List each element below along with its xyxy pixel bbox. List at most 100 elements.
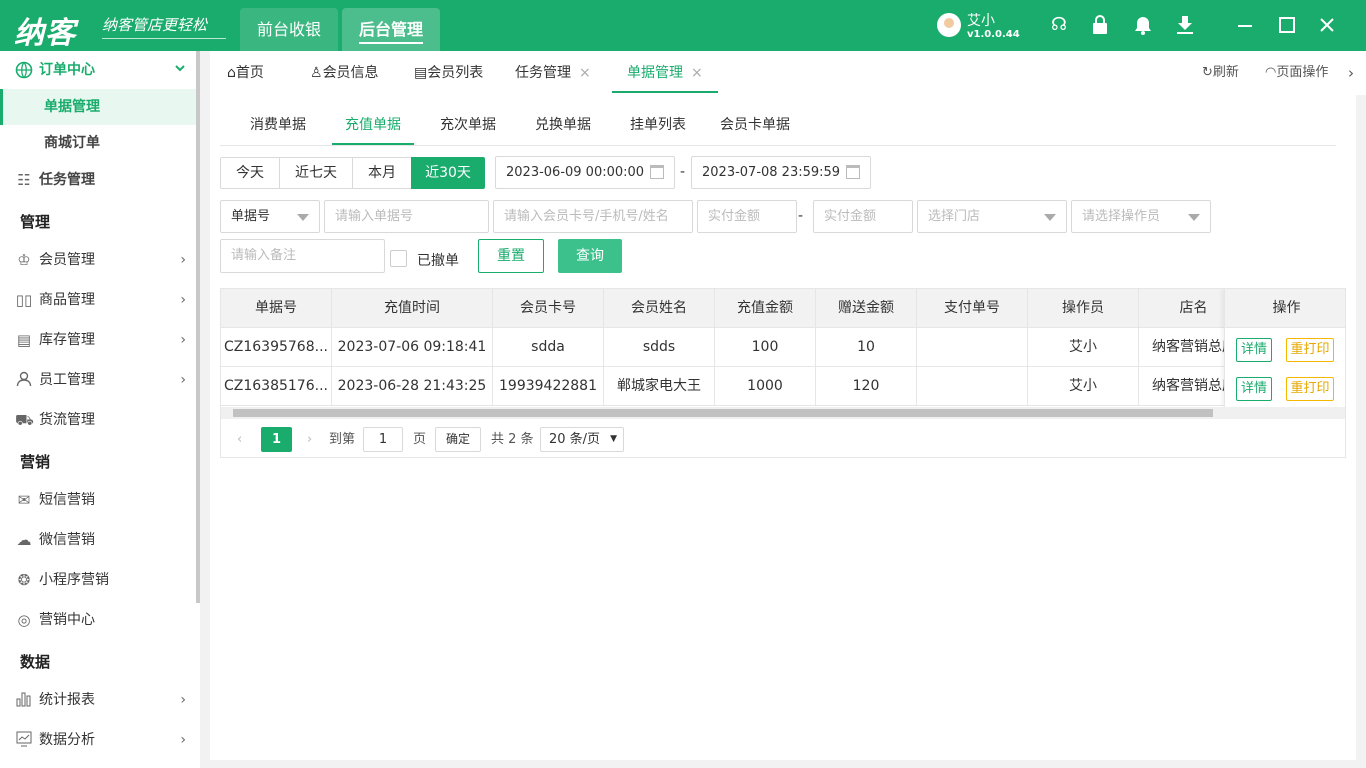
amount-max-input[interactable]: 实付金额 xyxy=(813,200,913,233)
slogan-underline xyxy=(102,38,226,39)
tab-member-list[interactable]: ▤会员列表 xyxy=(414,51,483,93)
remark-input[interactable]: 请输入备注 xyxy=(220,239,385,273)
subtab-member-card[interactable]: 会员卡单据 xyxy=(720,105,790,145)
detail-button[interactable]: 详情 xyxy=(1236,377,1272,401)
query-button[interactable]: 查询 xyxy=(558,239,622,273)
amount-min-input[interactable]: 实付金额 xyxy=(697,200,797,233)
reset-button[interactable]: 重置 xyxy=(478,239,544,273)
minimize-icon[interactable] xyxy=(1235,15,1255,35)
range-today-button[interactable]: 今天 xyxy=(220,157,280,189)
cell-recharge-time: 2023-07-06 09:18:41 xyxy=(332,328,493,367)
sidebar-item-product-management[interactable]: ▯▯ 商品管理 › xyxy=(0,282,196,318)
top-bar: 纳客 纳客管店更轻松 前台收银 后台管理 艾小 v1.0.0.44 ☊ xyxy=(0,0,1366,51)
end-date-input[interactable]: 2023-07-08 23:59:59 xyxy=(691,156,871,189)
mail-icon: ✉ xyxy=(17,491,31,509)
range-thirty-days-button[interactable]: 近30天 xyxy=(411,157,485,189)
maximize-icon[interactable] xyxy=(1277,15,1297,35)
close-icon[interactable] xyxy=(1317,15,1337,35)
close-tab-icon[interactable]: × xyxy=(691,65,703,81)
table-row[interactable]: CZ16395768... 2023-07-06 09:18:41 sdda s… xyxy=(221,328,1345,367)
subtab-exchange[interactable]: 兑换单据 xyxy=(535,105,591,145)
refresh-button[interactable]: ↻刷新 xyxy=(1202,51,1239,95)
range-seven-days-button[interactable]: 近七天 xyxy=(279,157,353,189)
table-row[interactable]: CZ16385176... 2023-06-28 21:43:25 199394… xyxy=(221,367,1345,406)
sidebar-item-task-management[interactable]: ☷ 任务管理 xyxy=(0,162,196,198)
product-grid-icon: ▯▯ xyxy=(15,291,33,309)
wechat-icon: ☁ xyxy=(16,531,32,549)
sidebar-item-miniprogram-marketing[interactable]: ❂ 小程序营销 xyxy=(0,562,196,598)
chevron-right-icon: › xyxy=(180,372,186,388)
tab-member-info[interactable]: ♙会员信息 xyxy=(310,51,379,93)
bar-chart-icon xyxy=(15,691,33,709)
subtab-divider xyxy=(220,145,1336,146)
sidebar-item-order-center[interactable]: 订单中心 xyxy=(0,52,196,88)
chevron-right-icon[interactable]: › xyxy=(1348,51,1354,95)
home-icon: ⌂ xyxy=(227,65,236,81)
app-logo: 纳客 xyxy=(14,16,76,51)
page-confirm-button[interactable]: 确定 xyxy=(435,427,481,452)
header-doc-number: 单据号 xyxy=(221,289,332,328)
tab-frontdesk-cashier[interactable]: 前台收银 xyxy=(240,8,338,51)
sidebar-item-inventory-management[interactable]: ▤ 库存管理 › xyxy=(0,322,196,358)
tab-home[interactable]: ⌂首页 xyxy=(227,51,264,93)
subtab-consumption[interactable]: 消费单据 xyxy=(250,105,306,145)
scrollbar-thumb[interactable] xyxy=(233,409,1213,417)
avatar[interactable] xyxy=(937,13,961,37)
subtab-recharge-times[interactable]: 充次单据 xyxy=(440,105,496,145)
start-date-input[interactable]: 2023-06-09 00:00:00 xyxy=(495,156,675,189)
sidebar-item-sms-marketing[interactable]: ✉ 短信营销 xyxy=(0,482,196,518)
member-search-input[interactable]: 请输入会员卡号/手机号/姓名 xyxy=(493,200,693,233)
sidebar-scrollbar[interactable] xyxy=(196,51,200,603)
sidebar-item-staff-management[interactable]: 员工管理 › xyxy=(0,362,196,398)
tab-backend-management[interactable]: 后台管理 xyxy=(342,8,440,51)
close-tab-icon[interactable]: × xyxy=(579,65,591,81)
lock-icon[interactable] xyxy=(1090,15,1110,35)
prev-page-icon[interactable]: ‹ xyxy=(237,428,242,452)
sidebar-item-statistics-report[interactable]: 统计报表 › xyxy=(0,682,196,718)
subtab-pending-orders[interactable]: 挂单列表 xyxy=(630,105,686,145)
sidebar-item-mall-orders[interactable]: 商城订单 xyxy=(0,125,196,161)
reprint-button[interactable]: 重打印 xyxy=(1286,377,1334,401)
goto-label: 到第 xyxy=(329,432,356,447)
sidebar-item-member-management[interactable]: ♔ 会员管理 › xyxy=(0,242,196,278)
cell-doc-number: CZ16385176... xyxy=(221,367,332,406)
revoked-checkbox[interactable] xyxy=(390,250,407,267)
cell-recharge-time: 2023-06-28 21:43:25 xyxy=(332,367,493,406)
subtab-recharge[interactable]: 充值单据 xyxy=(332,105,414,145)
chevron-right-icon: › xyxy=(180,292,186,308)
dropdown-arrow-icon xyxy=(1188,214,1200,221)
sidebar-item-marketing-center[interactable]: ◎ 营销中心 xyxy=(0,602,196,638)
sidebar-item-document-management[interactable]: 单据管理 xyxy=(0,89,196,125)
store-select[interactable]: 选择门店 xyxy=(917,200,1067,233)
date-separator: - xyxy=(680,164,686,180)
range-month-button[interactable]: 本月 xyxy=(352,157,412,189)
download-icon[interactable] xyxy=(1175,15,1195,35)
dropdown-arrow-icon xyxy=(1044,214,1056,221)
person-icon xyxy=(15,371,33,389)
doc-type-select[interactable]: 单据号 xyxy=(220,200,320,233)
calendar-icon xyxy=(846,165,860,179)
page-size-select[interactable]: 20 条/页 ▼ xyxy=(540,427,624,452)
sidebar-item-wechat-marketing[interactable]: ☁ 微信营销 xyxy=(0,522,196,558)
reprint-button[interactable]: 重打印 xyxy=(1286,338,1334,362)
header-recharge-amount: 充值金额 xyxy=(715,289,816,328)
tab-document-management[interactable]: 单据管理 × xyxy=(612,51,718,93)
sidebar-item-data-analysis[interactable]: 数据分析 › xyxy=(0,722,196,758)
operator-select[interactable]: 请选择操作员 xyxy=(1071,200,1211,233)
header-operation: 操作 xyxy=(1225,289,1345,328)
next-page-icon[interactable]: › xyxy=(307,428,312,452)
doc-number-input[interactable]: 请输入单据号 xyxy=(324,200,489,233)
headset-icon[interactable]: ☊ xyxy=(1049,15,1069,35)
bell-icon[interactable] xyxy=(1133,15,1153,35)
sidebar-item-logistics-management[interactable]: ⛟ 货流管理 xyxy=(0,402,196,438)
page-tab-bar: ⌂首页 ♙会员信息 ▤会员列表 任务管理 × 单据管理 × ↻刷新 ◠页面操作 › xyxy=(210,51,1366,95)
header-bonus-amount: 赠送金额 xyxy=(816,289,917,328)
dropdown-arrow-icon xyxy=(297,214,309,221)
page-operations-button[interactable]: ◠页面操作 xyxy=(1265,51,1328,95)
user-name[interactable]: 艾小 xyxy=(967,10,995,30)
table-header: 单据号 充值时间 会员卡号 会员姓名 充值金额 赠送金额 支付单号 操作员 店名 xyxy=(221,289,1345,328)
detail-button[interactable]: 详情 xyxy=(1236,338,1272,362)
tab-task-management[interactable]: 任务管理 × xyxy=(515,51,591,93)
current-page[interactable]: 1 xyxy=(261,427,292,452)
page-number-input[interactable]: 1 xyxy=(363,427,403,452)
